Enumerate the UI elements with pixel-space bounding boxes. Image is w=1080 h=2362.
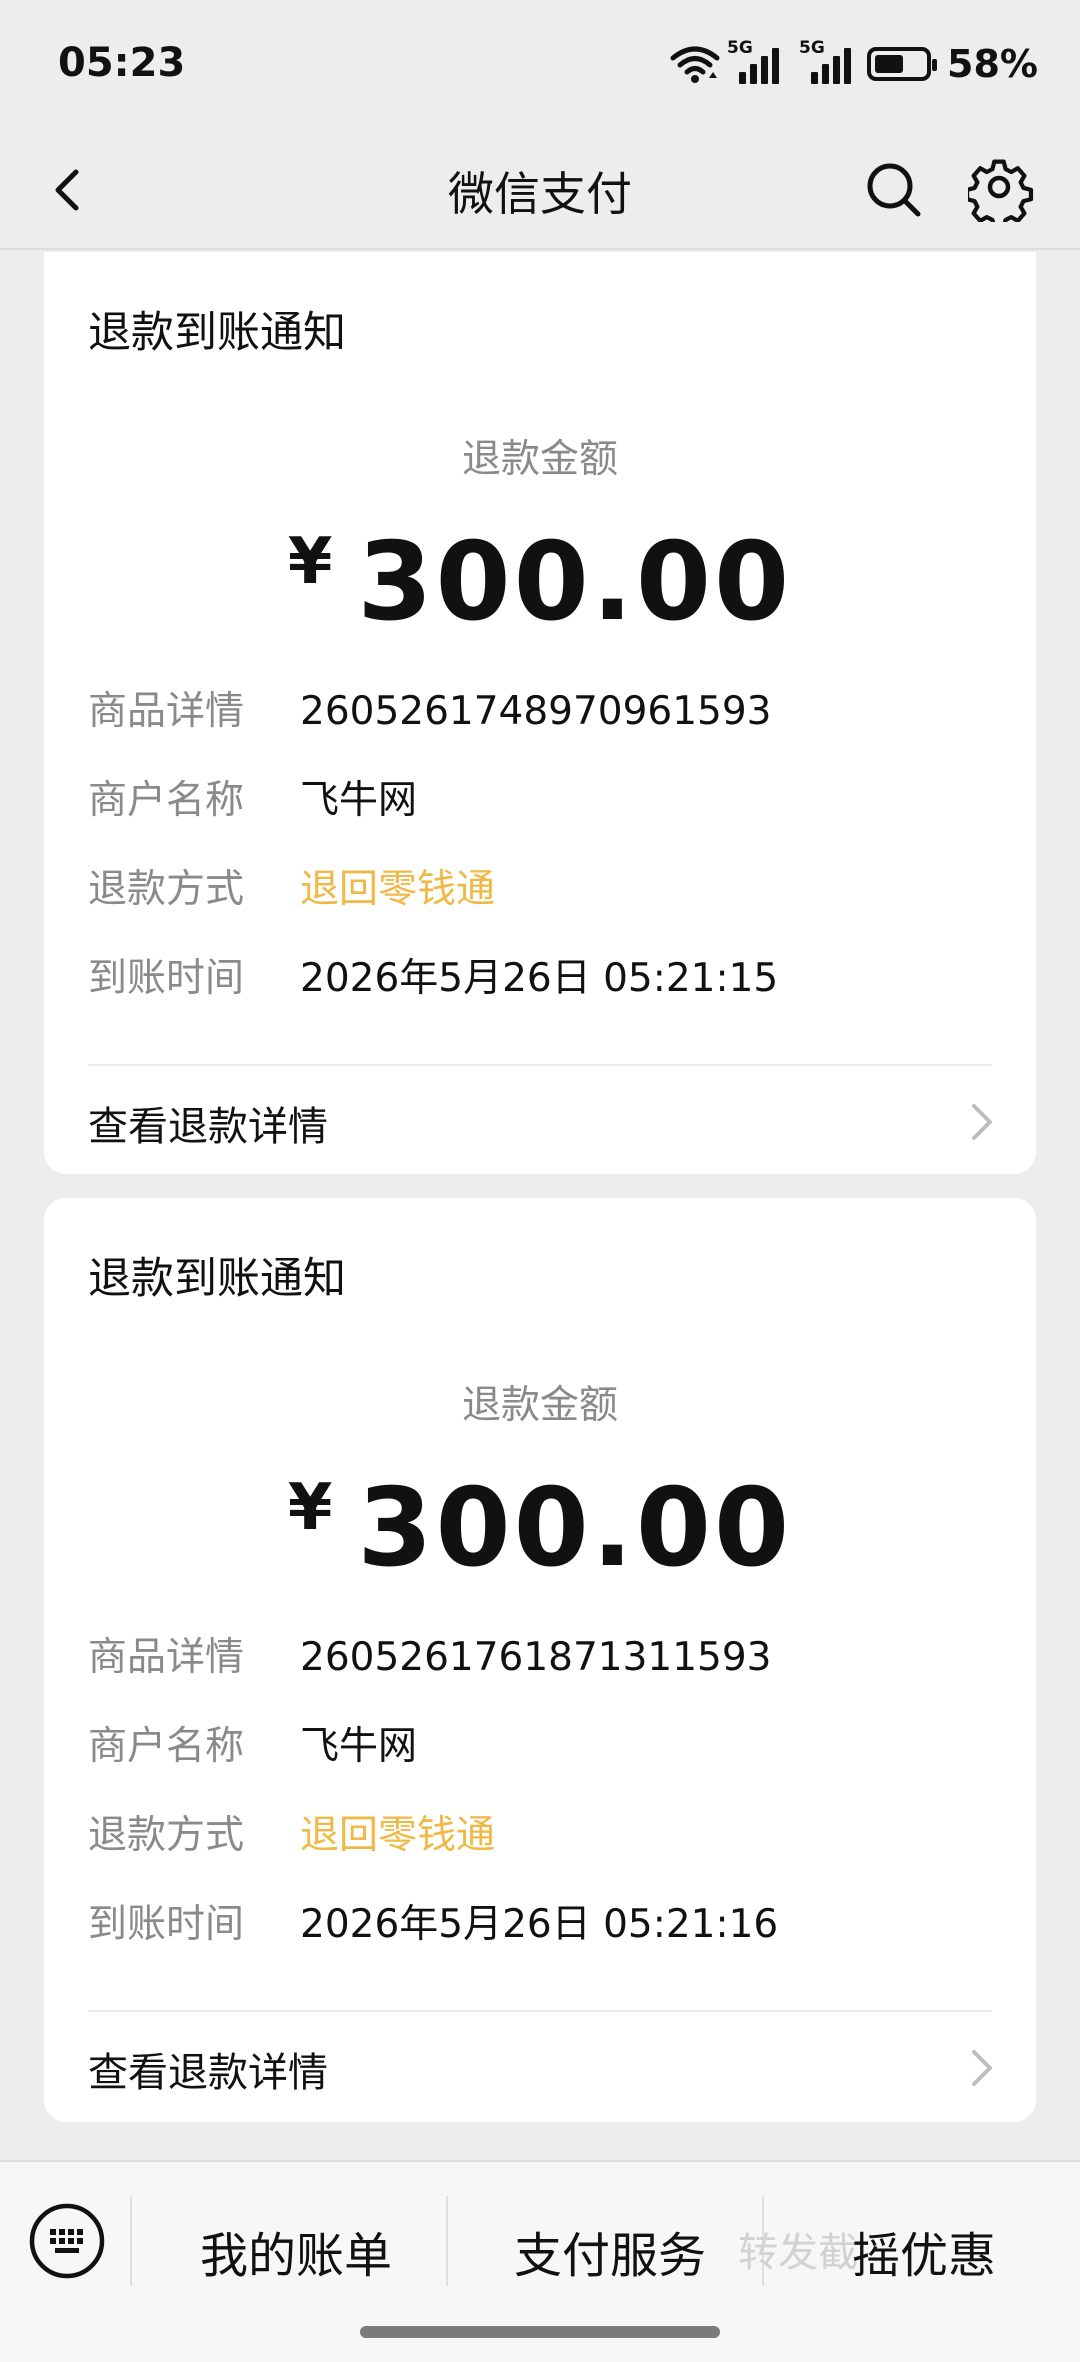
- detail-row-product: 商品详情 2605261761871311593: [88, 1626, 771, 1682]
- amount-label: 退款金额: [461, 437, 618, 482]
- chevron-right-icon: [972, 2050, 992, 2086]
- battery-icon: [867, 47, 938, 81]
- status-time: 05:23: [58, 40, 186, 86]
- status-icons: 5G 5G 58%: [669, 38, 1038, 86]
- detail-row-arrival-time: 到账时间 2026年5月26日 05:21:16: [88, 1893, 778, 1949]
- divider: [88, 1064, 992, 1066]
- row-value: 退回零钱通: [300, 1813, 496, 1858]
- row-key: 到账时间: [88, 956, 245, 1001]
- cellular-signal-icon-2: 5G: [799, 38, 852, 84]
- cellular-signal-icon: 5G: [727, 38, 780, 84]
- row-value: 2026年5月26日 05:21:15: [300, 956, 779, 1001]
- chevron-right-icon: [972, 1104, 992, 1140]
- currency-symbol: ¥: [287, 525, 336, 599]
- amount-value: 300.00: [357, 520, 793, 645]
- refund-notice-card[interactable]: 退款到账通知 退款金额 ¥300.00 商品详情 2605261748970961…: [44, 252, 1036, 1174]
- row-value: 飞牛网: [300, 778, 418, 823]
- detail-row-merchant: 商户名称 飞牛网: [88, 1715, 417, 1771]
- row-key: 到账时间: [88, 1902, 245, 1947]
- row-key: 商品详情: [88, 689, 245, 734]
- gear-icon[interactable]: [968, 156, 1034, 222]
- detail-row-merchant: 商户名称 飞牛网: [88, 769, 417, 825]
- row-value: 2605261748970961593: [300, 689, 772, 734]
- row-key: 退款方式: [88, 867, 245, 912]
- forward-screenshot-hint: 转发截: [738, 2230, 858, 2276]
- status-bar: 05:23 5G 5G 58%: [0, 0, 1080, 130]
- menu-separator: [446, 2196, 448, 2286]
- detail-row-refund-method: 退款方式 退回零钱通: [88, 858, 495, 914]
- detail-row-arrival-time: 到账时间 2026年5月26日 05:21:15: [88, 947, 778, 1003]
- view-refund-details-link[interactable]: 查看退款详情: [88, 2040, 328, 2098]
- nav-bar: 微信支付: [0, 130, 1080, 250]
- row-value: 2026年5月26日 05:21:16: [300, 1902, 779, 1947]
- battery-percent: 58%: [947, 42, 1038, 86]
- keyboard-icon[interactable]: [28, 2202, 106, 2280]
- card-heading: 退款到账通知: [88, 1254, 346, 1304]
- row-value: 2605261761871311593: [300, 1635, 772, 1680]
- search-icon[interactable]: [862, 158, 926, 222]
- wifi-icon: [670, 46, 720, 83]
- refund-amount: ¥300.00: [44, 520, 1036, 645]
- divider: [88, 2010, 992, 2012]
- amount-label: 退款金额: [461, 1383, 618, 1428]
- amount-value: 300.00: [357, 1466, 793, 1591]
- refund-amount: ¥300.00: [44, 1466, 1036, 1591]
- menu-payment-services[interactable]: 支付服务: [514, 2216, 706, 2286]
- row-key: 商户名称: [88, 1724, 245, 1769]
- detail-row-product: 商品详情 2605261748970961593: [88, 680, 771, 736]
- menu-separator: [130, 2196, 132, 2286]
- row-key: 商户名称: [88, 778, 245, 823]
- home-indicator[interactable]: [360, 2326, 720, 2338]
- row-value: 飞牛网: [300, 1724, 418, 1769]
- view-refund-details-link[interactable]: 查看退款详情: [88, 1094, 328, 1152]
- row-value: 退回零钱通: [300, 867, 496, 912]
- currency-symbol: ¥: [287, 1471, 336, 1545]
- refund-notice-card[interactable]: 退款到账通知 退款金额 ¥300.00 商品详情 2605261761871311…: [44, 1198, 1036, 2122]
- card-heading: 退款到账通知: [88, 308, 346, 358]
- menu-my-bills[interactable]: 我的账单: [200, 2216, 392, 2286]
- detail-row-refund-method: 退款方式 退回零钱通: [88, 1804, 495, 1860]
- row-key: 商品详情: [88, 1635, 245, 1680]
- menu-shake-deals[interactable]: 摇优惠: [852, 2216, 996, 2286]
- row-key: 退款方式: [88, 1813, 245, 1858]
